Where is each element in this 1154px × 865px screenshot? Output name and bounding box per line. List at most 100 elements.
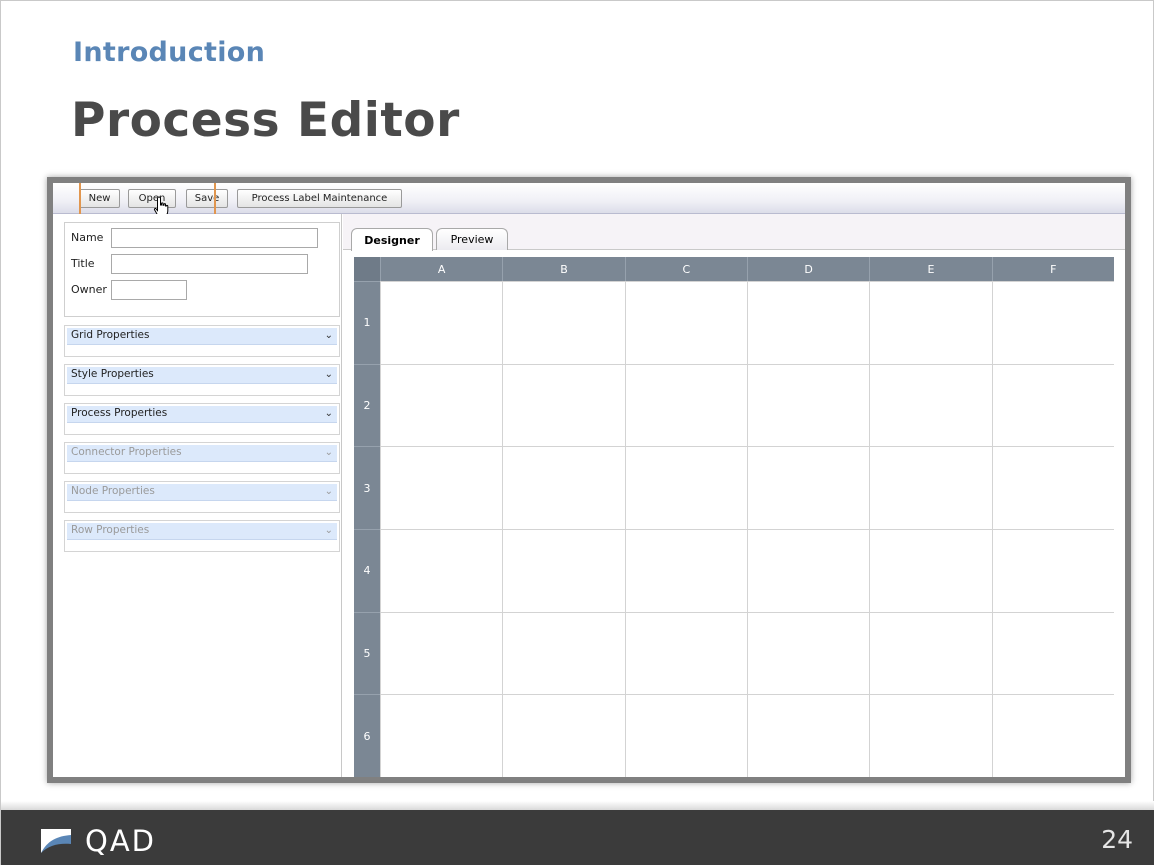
grid-cell[interactable] — [380, 694, 503, 777]
grid-cell[interactable] — [502, 611, 625, 695]
tab-preview[interactable]: Preview — [436, 228, 508, 250]
properties-panel: Name Title Owner Grid Properties ⌄ Style — [60, 214, 342, 777]
grid-cell[interactable] — [624, 281, 747, 364]
chevron-down-icon: ⌄ — [324, 447, 333, 458]
grid-cell[interactable] — [502, 529, 625, 612]
style-properties-section[interactable]: Style Properties ⌄ — [64, 364, 340, 396]
column-header[interactable]: F — [991, 257, 1114, 281]
grid-cell[interactable] — [502, 694, 625, 777]
row-header[interactable]: 4 — [354, 529, 380, 612]
column-header[interactable]: A — [380, 257, 502, 281]
chevron-down-icon: ⌄ — [324, 525, 333, 536]
column-header[interactable]: E — [869, 257, 991, 281]
process-editor-screenshot: New Open Save Process Label Maintenance … — [47, 177, 1131, 783]
grid-cell[interactable] — [747, 611, 870, 695]
column-header[interactable]: D — [747, 257, 869, 281]
grid-cell[interactable] — [380, 446, 503, 529]
grid-cell[interactable] — [747, 694, 870, 777]
title-input[interactable] — [111, 254, 308, 274]
grid-cell[interactable] — [869, 529, 992, 612]
owner-label: Owner — [71, 283, 107, 296]
grid-cell[interactable] — [747, 281, 870, 364]
section-header: Row Properties ⌄ — [67, 523, 337, 540]
section-label: Grid Properties — [71, 329, 150, 341]
process-grid: ABCDEF 123456 — [354, 257, 1114, 777]
grid-cell[interactable] — [747, 529, 870, 612]
grid-cell[interactable] — [991, 529, 1114, 612]
qad-logo-icon — [41, 829, 71, 853]
grid-properties-section[interactable]: Grid Properties ⌄ — [64, 325, 340, 357]
grid-cell[interactable] — [380, 363, 503, 447]
tab-bar: Designer Preview — [343, 214, 1125, 251]
section-label: Style Properties — [71, 368, 154, 380]
section-header: Style Properties ⌄ — [67, 367, 337, 384]
section-header: Node Properties ⌄ — [67, 484, 337, 501]
connector-properties-section: Connector Properties ⌄ — [64, 442, 340, 474]
grid-cell[interactable] — [502, 363, 625, 447]
section-header: Grid Properties ⌄ — [67, 328, 337, 345]
grid-cell[interactable] — [869, 363, 992, 447]
grid-cell[interactable] — [991, 694, 1114, 777]
chevron-down-icon: ⌄ — [324, 408, 333, 419]
grid-cell[interactable] — [991, 611, 1114, 695]
column-header[interactable]: C — [624, 257, 747, 281]
node-properties-section: Node Properties ⌄ — [64, 481, 340, 513]
grid-cell[interactable] — [869, 281, 992, 364]
grid-cell[interactable] — [991, 446, 1114, 529]
row-header[interactable]: 1 — [354, 281, 380, 364]
grid-cell[interactable] — [380, 281, 503, 364]
grid-cell[interactable] — [869, 611, 992, 695]
section-label: Connector Properties — [71, 446, 182, 458]
row-properties-section: Row Properties ⌄ — [64, 520, 340, 552]
title-label: Title — [71, 257, 95, 270]
section-label: Row Properties — [71, 524, 150, 536]
grid-cell[interactable] — [747, 446, 870, 529]
row-header[interactable]: 3 — [354, 446, 380, 529]
grid-cell[interactable] — [380, 529, 503, 612]
footer-bar: QAD 24 — [1, 801, 1154, 865]
row-header[interactable]: 6 — [354, 694, 380, 777]
grid-cell[interactable] — [869, 694, 992, 777]
save-button[interactable]: Save — [186, 189, 228, 208]
grid-cell[interactable] — [624, 529, 747, 612]
row-header[interactable]: 2 — [354, 363, 380, 447]
section-title: Introduction — [73, 37, 266, 68]
slide: Introduction Process Editor New Open Sav… — [0, 0, 1154, 865]
toolbar: New Open Save Process Label Maintenance — [53, 183, 1125, 227]
grid-cell[interactable] — [747, 363, 870, 447]
page-title: Process Editor — [71, 93, 460, 148]
page-number: 24 — [1101, 825, 1133, 854]
grid-cell[interactable] — [991, 281, 1114, 364]
chevron-down-icon: ⌄ — [324, 369, 333, 380]
chevron-down-icon: ⌄ — [324, 330, 333, 341]
process-properties-section[interactable]: Process Properties ⌄ — [64, 403, 340, 435]
section-header: Connector Properties ⌄ — [67, 445, 337, 462]
grid-cell[interactable] — [380, 611, 503, 695]
section-header: Process Properties ⌄ — [67, 406, 337, 423]
designer-panel: Designer Preview ABCDEF 123456 — [343, 214, 1125, 777]
column-header[interactable]: B — [502, 257, 624, 281]
column-header-row: ABCDEF — [354, 257, 1114, 281]
name-input[interactable] — [111, 228, 318, 248]
brand-name: QAD — [85, 824, 156, 858]
grid-cell[interactable] — [502, 281, 625, 364]
new-button[interactable]: New — [79, 189, 120, 208]
tab-designer[interactable]: Designer — [351, 228, 433, 251]
grid-cell[interactable] — [991, 363, 1114, 447]
process-meta-form: Name Title Owner — [64, 222, 340, 317]
section-label: Node Properties — [71, 485, 155, 497]
process-label-maintenance-button[interactable]: Process Label Maintenance — [237, 189, 402, 208]
row-header[interactable]: 5 — [354, 611, 380, 695]
section-label: Process Properties — [71, 407, 168, 419]
chevron-down-icon: ⌄ — [324, 486, 333, 497]
process-editor-window: New Open Save Process Label Maintenance … — [53, 183, 1125, 777]
name-label: Name — [71, 231, 104, 244]
grid-cell[interactable] — [869, 446, 992, 529]
grid-cell[interactable] — [624, 446, 747, 529]
grid-cell[interactable] — [502, 446, 625, 529]
owner-input[interactable] — [111, 280, 187, 300]
grid-cell[interactable] — [624, 363, 747, 447]
grid-cell[interactable] — [624, 694, 747, 777]
grid-corner — [354, 257, 380, 281]
grid-cell[interactable] — [624, 611, 747, 695]
